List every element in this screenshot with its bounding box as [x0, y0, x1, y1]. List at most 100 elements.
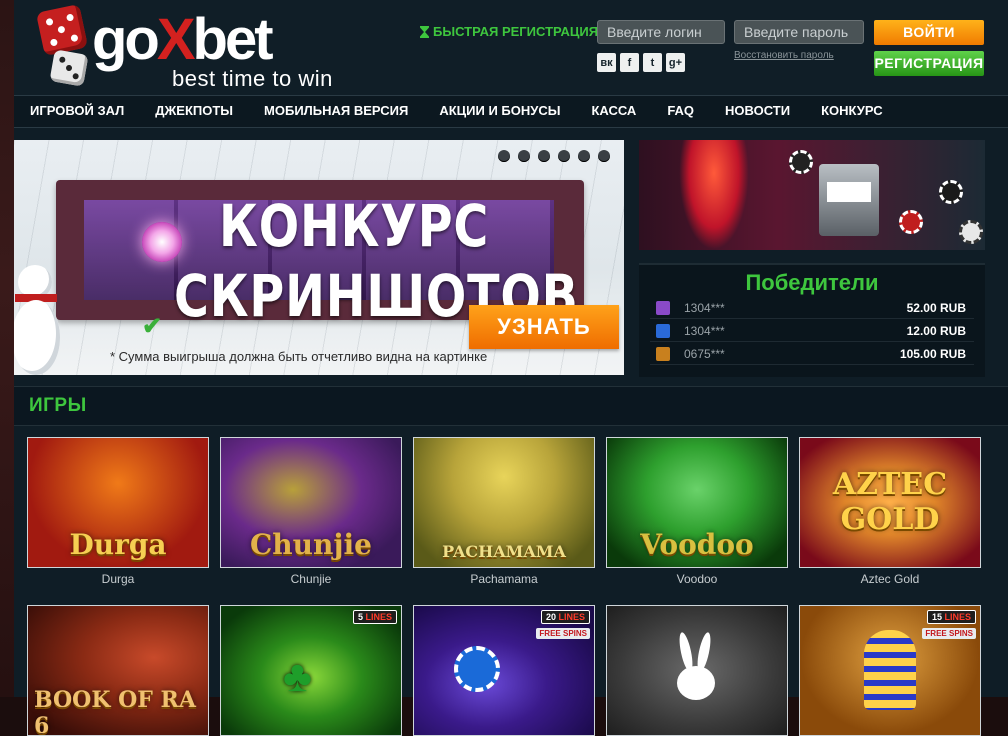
- facebook-icon[interactable]: f: [620, 53, 639, 72]
- quick-registration-label: БЫСТРАЯ РЕГИСТРАЦИЯ: [433, 24, 599, 39]
- slider-dot[interactable]: [578, 150, 590, 162]
- promo-character-image: [679, 140, 749, 250]
- page: goXbet best time to win БЫСТРАЯ РЕГИСТРА…: [14, 0, 1008, 736]
- google-plus-icon[interactable]: g+: [666, 53, 685, 72]
- game-logo-text: AZTEC GOLD: [832, 467, 948, 537]
- slider-dot[interactable]: [558, 150, 570, 162]
- game-card-voodoo[interactable]: Voodoo Voodoo: [606, 437, 788, 586]
- slider-dots: [498, 150, 610, 162]
- nav-item-news[interactable]: НОВОСТИ: [709, 96, 805, 127]
- winner-sum: 12.00 RUB: [906, 324, 966, 338]
- nav-item-cashier[interactable]: КАССА: [575, 96, 651, 127]
- white-dice-icon: [49, 49, 89, 87]
- game-thumbnail[interactable]: Voodoo: [606, 437, 788, 568]
- game-logo-text: Durga: [69, 528, 167, 561]
- site-logo[interactable]: goXbet best time to win: [35, 3, 340, 91]
- pharaoh-image: [864, 630, 916, 710]
- free-spins-badge: FREE SPINS: [922, 628, 976, 639]
- login-input[interactable]: [597, 20, 725, 44]
- password-input[interactable]: [734, 20, 864, 44]
- game-name[interactable]: Pachamama: [413, 572, 595, 586]
- winner-user: 1304***: [684, 301, 725, 315]
- winner-sum: 105.00 RUB: [899, 347, 966, 361]
- learn-more-button[interactable]: УЗНАТЬ: [469, 305, 619, 349]
- nav-item-game-hall[interactable]: ИГРОВОЙ ЗАЛ: [14, 96, 139, 127]
- game-card-durga[interactable]: Durga Durga: [27, 437, 209, 586]
- game-thumbnail[interactable]: AZTEC GOLD: [799, 437, 981, 568]
- nav-item-faq[interactable]: FAQ: [651, 96, 709, 127]
- games-title: ИГРЫ: [29, 395, 87, 416]
- game-logo-text: PACHAMAMA: [442, 542, 566, 561]
- game-thumbnail[interactable]: Durga: [27, 437, 209, 568]
- casino-chip-icon: [959, 220, 983, 244]
- vk-icon[interactable]: вк: [597, 53, 616, 72]
- quick-registration-link[interactable]: БЫСТРАЯ РЕГИСТРАЦИЯ: [420, 24, 598, 39]
- game-thumbnail[interactable]: ♣ 5 LINES: [220, 605, 402, 736]
- free-spins-badge: FREE SPINS: [536, 628, 590, 639]
- banner-title-line1: КОНКУРС: [219, 192, 490, 260]
- game-thumbnail[interactable]: 15 LINES FREE SPINS: [799, 605, 981, 736]
- game-logo-text: Voodoo: [640, 528, 754, 561]
- hourglass-icon: [420, 25, 429, 38]
- slider-dot[interactable]: [498, 150, 510, 162]
- game-card-book-of-ra-6[interactable]: BOOK OF RA 6: [27, 605, 209, 736]
- nav-item-jackpots[interactable]: ДЖЕКПОТЫ: [139, 96, 248, 127]
- lines-badge: 5 LINES: [352, 610, 397, 624]
- game-card-aztec-gold[interactable]: AZTEC GOLD Aztec Gold: [799, 437, 981, 586]
- login-button[interactable]: ВОЙТИ: [874, 20, 984, 45]
- checkmark-icon: ✔: [142, 313, 163, 340]
- register-button[interactable]: РЕГИСТРАЦИЯ: [874, 51, 984, 76]
- winner-row: 0675*** 105.00 RUB: [650, 344, 974, 365]
- main-nav: ИГРОВОЙ ЗАЛ ДЖЕКПОТЫ МОБИЛЬНАЯ ВЕРСИЯ АК…: [14, 95, 1008, 128]
- winner-row: 1304*** 52.00 RUB: [650, 298, 974, 319]
- lines-badge: 20 LINES: [540, 610, 590, 624]
- game-name[interactable]: Aztec Gold: [799, 572, 981, 586]
- nav-item-contest[interactable]: КОНКУРС: [805, 96, 898, 127]
- game-thumbnail[interactable]: 20 LINES FREE SPINS: [413, 605, 595, 736]
- winner-row: 1304*** 12.00 RUB: [650, 321, 974, 342]
- hero-banner[interactable]: КОНКУРС СКРИНШОТОВ ✔ УЗНАТЬ * Сумма выиг…: [14, 140, 624, 375]
- banner-note: * Сумма выигрыша должна быть отчетливо в…: [110, 349, 488, 364]
- game-card-chips[interactable]: 20 LINES FREE SPINS: [413, 605, 595, 736]
- game-name[interactable]: Chunjie: [220, 572, 402, 586]
- header: goXbet best time to win БЫСТРАЯ РЕГИСТРА…: [14, 0, 1008, 95]
- gem-icon: [142, 222, 182, 262]
- nav-item-promotions[interactable]: АКЦИИ И БОНУСЫ: [423, 96, 575, 127]
- winners-title: Победители: [745, 270, 879, 295]
- slider-dot[interactable]: [598, 150, 610, 162]
- game-name[interactable]: Voodoo: [606, 572, 788, 586]
- casino-chip-icon: [899, 210, 923, 234]
- game-thumbnail[interactable]: PACHAMAMA: [413, 437, 595, 568]
- casino-chip-icon: [789, 150, 813, 174]
- game-name[interactable]: Durga: [27, 572, 209, 586]
- game-icon: [656, 347, 670, 361]
- game-thumbnail[interactable]: Chunjie: [220, 437, 402, 568]
- game-card-pharaoh[interactable]: 15 LINES FREE SPINS: [799, 605, 981, 736]
- restore-password-link[interactable]: Восстановить пароль: [734, 50, 834, 61]
- winner-user: 0675***: [684, 347, 725, 361]
- slider-dot[interactable]: [538, 150, 550, 162]
- red-dice-icon: [35, 3, 89, 57]
- slider-dot[interactable]: [518, 150, 530, 162]
- casino-chip-icon: [454, 646, 500, 692]
- game-logo-text: BOOK OF RA 6: [34, 687, 196, 736]
- clover-icon: ♣: [283, 652, 312, 701]
- slot-machine-icon: [819, 164, 879, 236]
- logo-wordmark: goXbet: [92, 7, 274, 72]
- lines-badge: 15 LINES: [926, 610, 976, 624]
- winners-panel: Победители 1304*** 52.00 RUB 1304*** 12.…: [639, 263, 985, 377]
- game-thumbnail[interactable]: [606, 605, 788, 736]
- game-card-playboy[interactable]: [606, 605, 788, 736]
- nav-item-mobile[interactable]: МОБИЛЬНАЯ ВЕРСИЯ: [248, 96, 423, 127]
- game-thumbnail[interactable]: BOOK OF RA 6: [27, 605, 209, 736]
- game-icon: [656, 324, 670, 338]
- twitter-icon[interactable]: t: [643, 53, 662, 72]
- game-card-pachamama[interactable]: PACHAMAMA Pachamama: [413, 437, 595, 586]
- game-logo-text: Chunjie: [250, 528, 372, 561]
- game-card-clover[interactable]: ♣ 5 LINES: [220, 605, 402, 736]
- game-card-chunjie[interactable]: Chunjie Chunjie: [220, 437, 402, 586]
- promo-banner[interactable]: [639, 140, 985, 250]
- winner-sum: 52.00 RUB: [906, 301, 966, 315]
- casino-chip-icon: [939, 180, 963, 204]
- logo-tagline: best time to win: [172, 66, 333, 91]
